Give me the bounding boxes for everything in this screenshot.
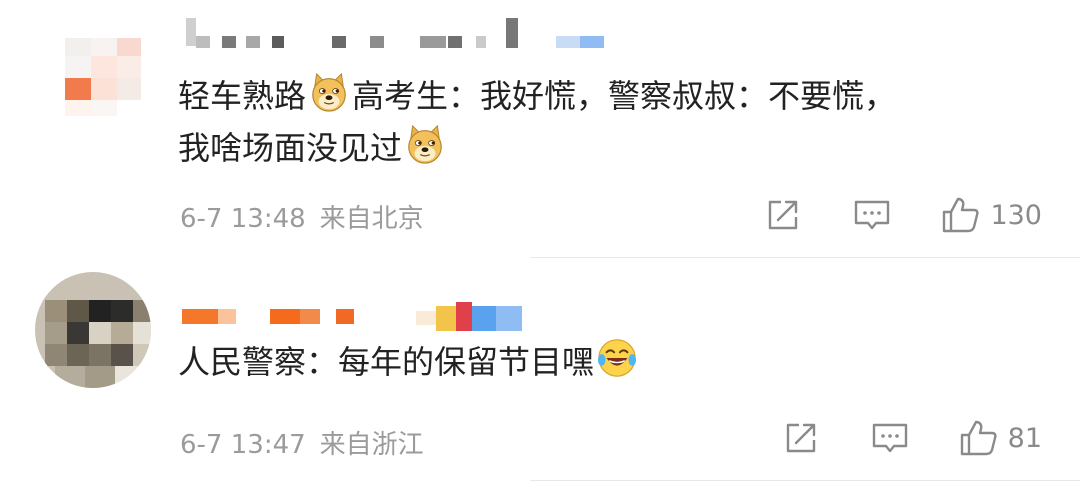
share-icon bbox=[786, 423, 815, 453]
thumb-up-icon bbox=[943, 197, 980, 233]
comment-time: 6-7 13:47 bbox=[180, 430, 306, 460]
comment-actions: 81 bbox=[782, 414, 1042, 462]
comment-text: 轻车熟路 高考生：我好慌，警察叔叔：不要慌， 我啥场面没见过 bbox=[178, 70, 896, 174]
comment-text: 人民警察：每年的保留节目嘿 bbox=[178, 336, 640, 388]
comment-text-part: 人民警察：每年的保留节目嘿 bbox=[178, 343, 595, 381]
comment-icon bbox=[872, 423, 907, 453]
avatar[interactable] bbox=[35, 13, 155, 133]
comment-item: 人民警察：每年的保留节目嘿 6-7 13:47 来自浙江 81 bbox=[0, 258, 1080, 483]
username[interactable] bbox=[180, 302, 530, 331]
comment-location: 来自北京 bbox=[319, 204, 424, 234]
comment-item: 轻车熟路 高考生：我好慌，警察叔叔：不要慌， 我啥场面没见过 6-7 13:48 来 bbox=[0, 0, 1080, 258]
share-button[interactable] bbox=[764, 196, 802, 234]
like-button[interactable]: 81 bbox=[958, 418, 1042, 458]
like-count: 81 bbox=[1007, 422, 1042, 454]
doge-emoji-icon bbox=[312, 72, 346, 112]
laugh-cry-emoji-icon bbox=[597, 339, 637, 377]
comment-time: 6-7 13:48 bbox=[180, 204, 306, 234]
comment-text-part: 轻车熟路 bbox=[178, 77, 307, 115]
comment-text-part: 高考生：我好慌，警察叔叔：不要慌， bbox=[352, 77, 897, 115]
share-icon bbox=[769, 200, 798, 230]
reply-button[interactable] bbox=[870, 419, 910, 457]
username[interactable] bbox=[180, 18, 620, 48]
divider bbox=[530, 480, 1080, 481]
comment-icon bbox=[855, 200, 890, 230]
doge-emoji-icon bbox=[408, 124, 442, 164]
like-count: 130 bbox=[990, 199, 1042, 231]
comment-location: 来自浙江 bbox=[319, 430, 424, 460]
avatar[interactable] bbox=[35, 272, 151, 388]
comment-meta: 6-7 13:47 来自浙江 bbox=[180, 424, 424, 461]
comment-actions: 130 bbox=[764, 191, 1042, 239]
thumb-up-icon bbox=[960, 420, 997, 456]
comment-text-part: 我啥场面没见过 bbox=[178, 129, 403, 167]
comment-meta: 6-7 13:48 来自北京 bbox=[180, 198, 424, 235]
reply-button[interactable] bbox=[852, 196, 892, 234]
like-button[interactable]: 130 bbox=[940, 195, 1042, 235]
share-button[interactable] bbox=[782, 419, 820, 457]
